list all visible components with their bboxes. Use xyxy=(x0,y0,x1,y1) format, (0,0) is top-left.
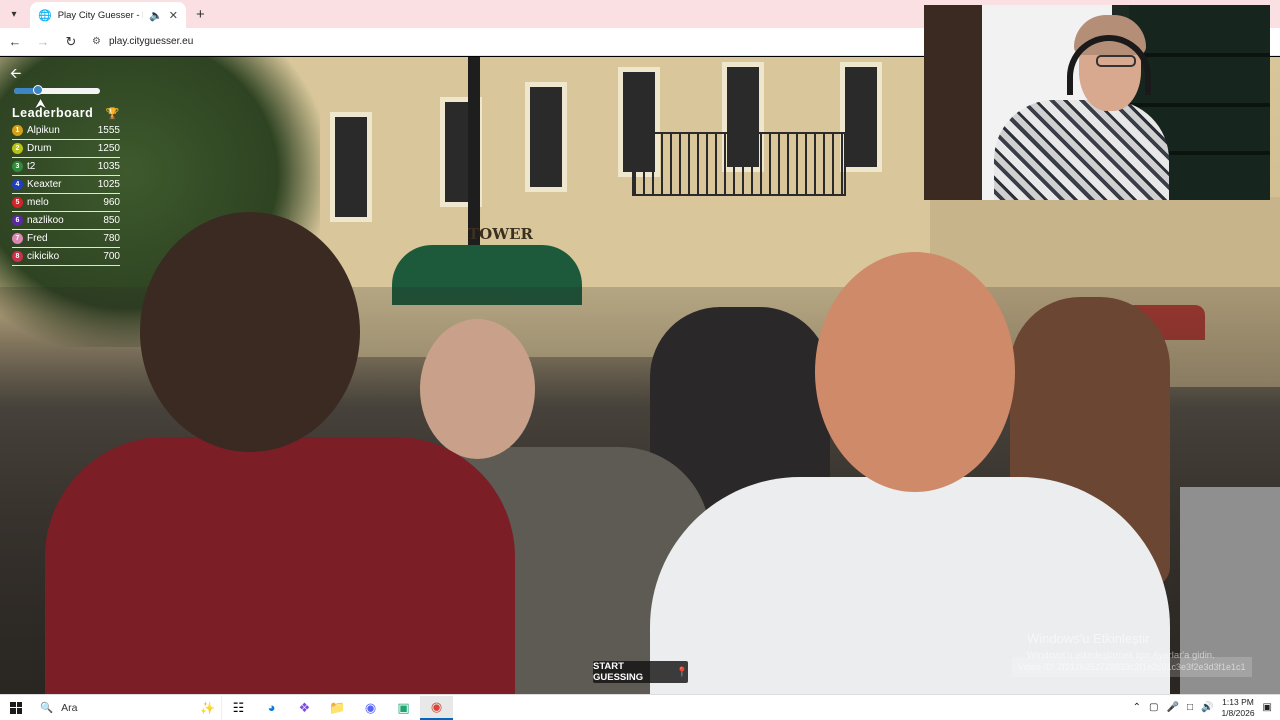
windows-logo-icon xyxy=(10,701,22,714)
tab-search-chevron-icon[interactable]: ▾ xyxy=(4,4,24,24)
volume-icon[interactable]: 🔊 xyxy=(1201,702,1213,713)
building-window xyxy=(330,112,372,222)
webcam-shelf-board xyxy=(1129,103,1270,107)
player-name: Keaxter xyxy=(27,179,62,190)
leaderboard-row: 2 Drum 1250 xyxy=(12,140,120,158)
new-tab-plus-icon[interactable]: + xyxy=(196,6,205,23)
reload-icon[interactable]: ↻ xyxy=(64,34,78,50)
globe-icon: 🌐 xyxy=(38,9,52,22)
edge-icon[interactable]: ◕ xyxy=(255,696,288,720)
volume-slider[interactable] xyxy=(14,85,100,95)
network-icon[interactable]: □ xyxy=(1187,702,1193,713)
close-tab-icon[interactable]: ✕ xyxy=(169,9,178,22)
search-icon: 🔍 xyxy=(40,702,54,714)
webcam-shelf-board xyxy=(1129,53,1270,57)
rank-badge: 3 xyxy=(12,161,23,172)
person-bald-head xyxy=(420,319,535,459)
copilot-icon[interactable]: ❖ xyxy=(288,696,321,720)
leaderboard-row: 7 Fred 780 xyxy=(12,230,120,248)
player-name: Fred xyxy=(27,233,48,244)
url-text: play.cityguesser.eu xyxy=(108,36,194,47)
clock-time: 1:13 PM xyxy=(1222,696,1254,707)
watermark-line1: Windows'u Etkinleştir xyxy=(1027,631,1150,646)
game-back-arrow-icon[interactable]: 🡨 xyxy=(10,63,28,81)
app-green-icon[interactable]: ▣ xyxy=(387,696,420,720)
windows-taskbar: 🔍 Ara ✨ ☷ ◕ ❖ 📁 ◉ ▣ ◉ ⌃ ▢ 🎤 □ 🔊 1:13 PM … xyxy=(0,694,1280,720)
person-left-head xyxy=(140,212,360,452)
webcam-door xyxy=(924,5,982,200)
taskbar-search-placeholder: Ara xyxy=(61,701,78,714)
tower-sign: TOWER xyxy=(468,225,533,243)
start-guessing-label: START GUESSING xyxy=(593,661,644,683)
building-window xyxy=(840,62,882,172)
leaderboard-row: 8 cikiciko 700 xyxy=(12,248,120,266)
leaderboard-row: 3 t2 1035 xyxy=(12,158,120,176)
windows-start-button[interactable] xyxy=(0,701,32,714)
player-name: Alpikun xyxy=(27,125,60,136)
balcony xyxy=(632,132,846,196)
person-redhead-head xyxy=(815,252,1015,492)
glasses-icon xyxy=(1096,55,1136,67)
camera-icon[interactable]: ▢ xyxy=(1149,702,1158,713)
rank-badge: 6 xyxy=(12,215,23,226)
player-score: 850 xyxy=(103,215,120,226)
tab-title: Play City Guesser - Explore xyxy=(57,9,143,21)
player-name: melo xyxy=(27,197,49,208)
forward-arrow-icon[interactable]: → xyxy=(36,34,50,49)
map-pin-icon: 📍 xyxy=(676,666,688,678)
player-name: cikiciko xyxy=(27,251,60,262)
player-name: Drum xyxy=(27,143,52,154)
file-explorer-icon[interactable]: 📁 xyxy=(321,696,354,720)
leaderboard-title: Leaderboard xyxy=(12,106,94,120)
leaderboard-row: 6 nazlikoo 850 xyxy=(12,212,120,230)
trophy-icon: 🏆 xyxy=(105,107,120,120)
site-settings-icon[interactable]: ⚙ xyxy=(92,36,101,47)
sparkle-icon: ✨ xyxy=(200,700,215,715)
taskbar-search[interactable]: 🔍 Ara ✨ xyxy=(32,695,222,720)
player-score: 1035 xyxy=(97,161,120,172)
player-name: t2 xyxy=(27,161,36,172)
speaker-icon[interactable]: 🔈 xyxy=(149,9,163,22)
leaderboard-row: 5 melo 960 xyxy=(12,194,120,212)
start-guessing-button[interactable]: START GUESSING 📍 xyxy=(593,661,688,683)
player-name: nazlikoo xyxy=(27,215,64,226)
chevron-up-icon[interactable]: ⌃ xyxy=(1133,702,1141,713)
video-id-label: Video ID: 2f212b252728833c2f1e2c01c3e3f2… xyxy=(1012,657,1252,677)
leaderboard-header: Leaderboard 🏆 xyxy=(12,104,120,122)
chrome-icon[interactable]: ◉ xyxy=(420,695,453,720)
leaderboard-row: 1 Alpikun 1555 xyxy=(12,122,120,140)
rank-badge: 5 xyxy=(12,197,23,208)
player-score: 1555 xyxy=(97,125,120,136)
building-window xyxy=(525,82,567,192)
notification-icon[interactable]: ▣ xyxy=(1263,702,1272,713)
clock-date: 1/8/2026 xyxy=(1221,707,1255,718)
clock[interactable]: 1:13 PM 1/8/2026 xyxy=(1221,697,1254,719)
player-score: 780 xyxy=(103,233,120,244)
streamer-webcam xyxy=(924,5,1270,200)
player-score: 960 xyxy=(103,197,120,208)
task-view-icon[interactable]: ☷ xyxy=(222,696,255,720)
address-bar[interactable]: ⚙ play.cityguesser.eu xyxy=(92,36,193,47)
rank-badge: 2 xyxy=(12,143,23,154)
volume-slider-thumb[interactable] xyxy=(33,85,44,95)
back-arrow-icon[interactable]: ← xyxy=(8,34,22,49)
browser-tab-active[interactable]: 🌐 Play City Guesser - Explore 🔈 ✕ xyxy=(30,2,186,28)
player-score: 1250 xyxy=(97,143,120,154)
rank-badge: 7 xyxy=(12,233,23,244)
person-red-shirt xyxy=(45,437,515,694)
player-score: 1025 xyxy=(97,179,120,190)
microphone-icon[interactable]: 🎤 xyxy=(1167,702,1179,713)
system-tray: ⌃ ▢ 🎤 □ 🔊 1:13 PM 1/8/2026 ▣ xyxy=(1133,697,1280,719)
rank-badge: 8 xyxy=(12,251,23,262)
player-score: 700 xyxy=(103,251,120,262)
webcam-person-shirt xyxy=(994,100,1169,200)
rank-badge: 1 xyxy=(12,125,23,136)
leaderboard: Leaderboard 🏆 1 Alpikun 1555 2 Drum 1250 3 t2 10… xyxy=(12,104,120,266)
leaderboard-row: 4 Keaxter 1025 xyxy=(12,176,120,194)
discord-icon[interactable]: ◉ xyxy=(354,696,387,720)
rank-badge: 4 xyxy=(12,179,23,190)
